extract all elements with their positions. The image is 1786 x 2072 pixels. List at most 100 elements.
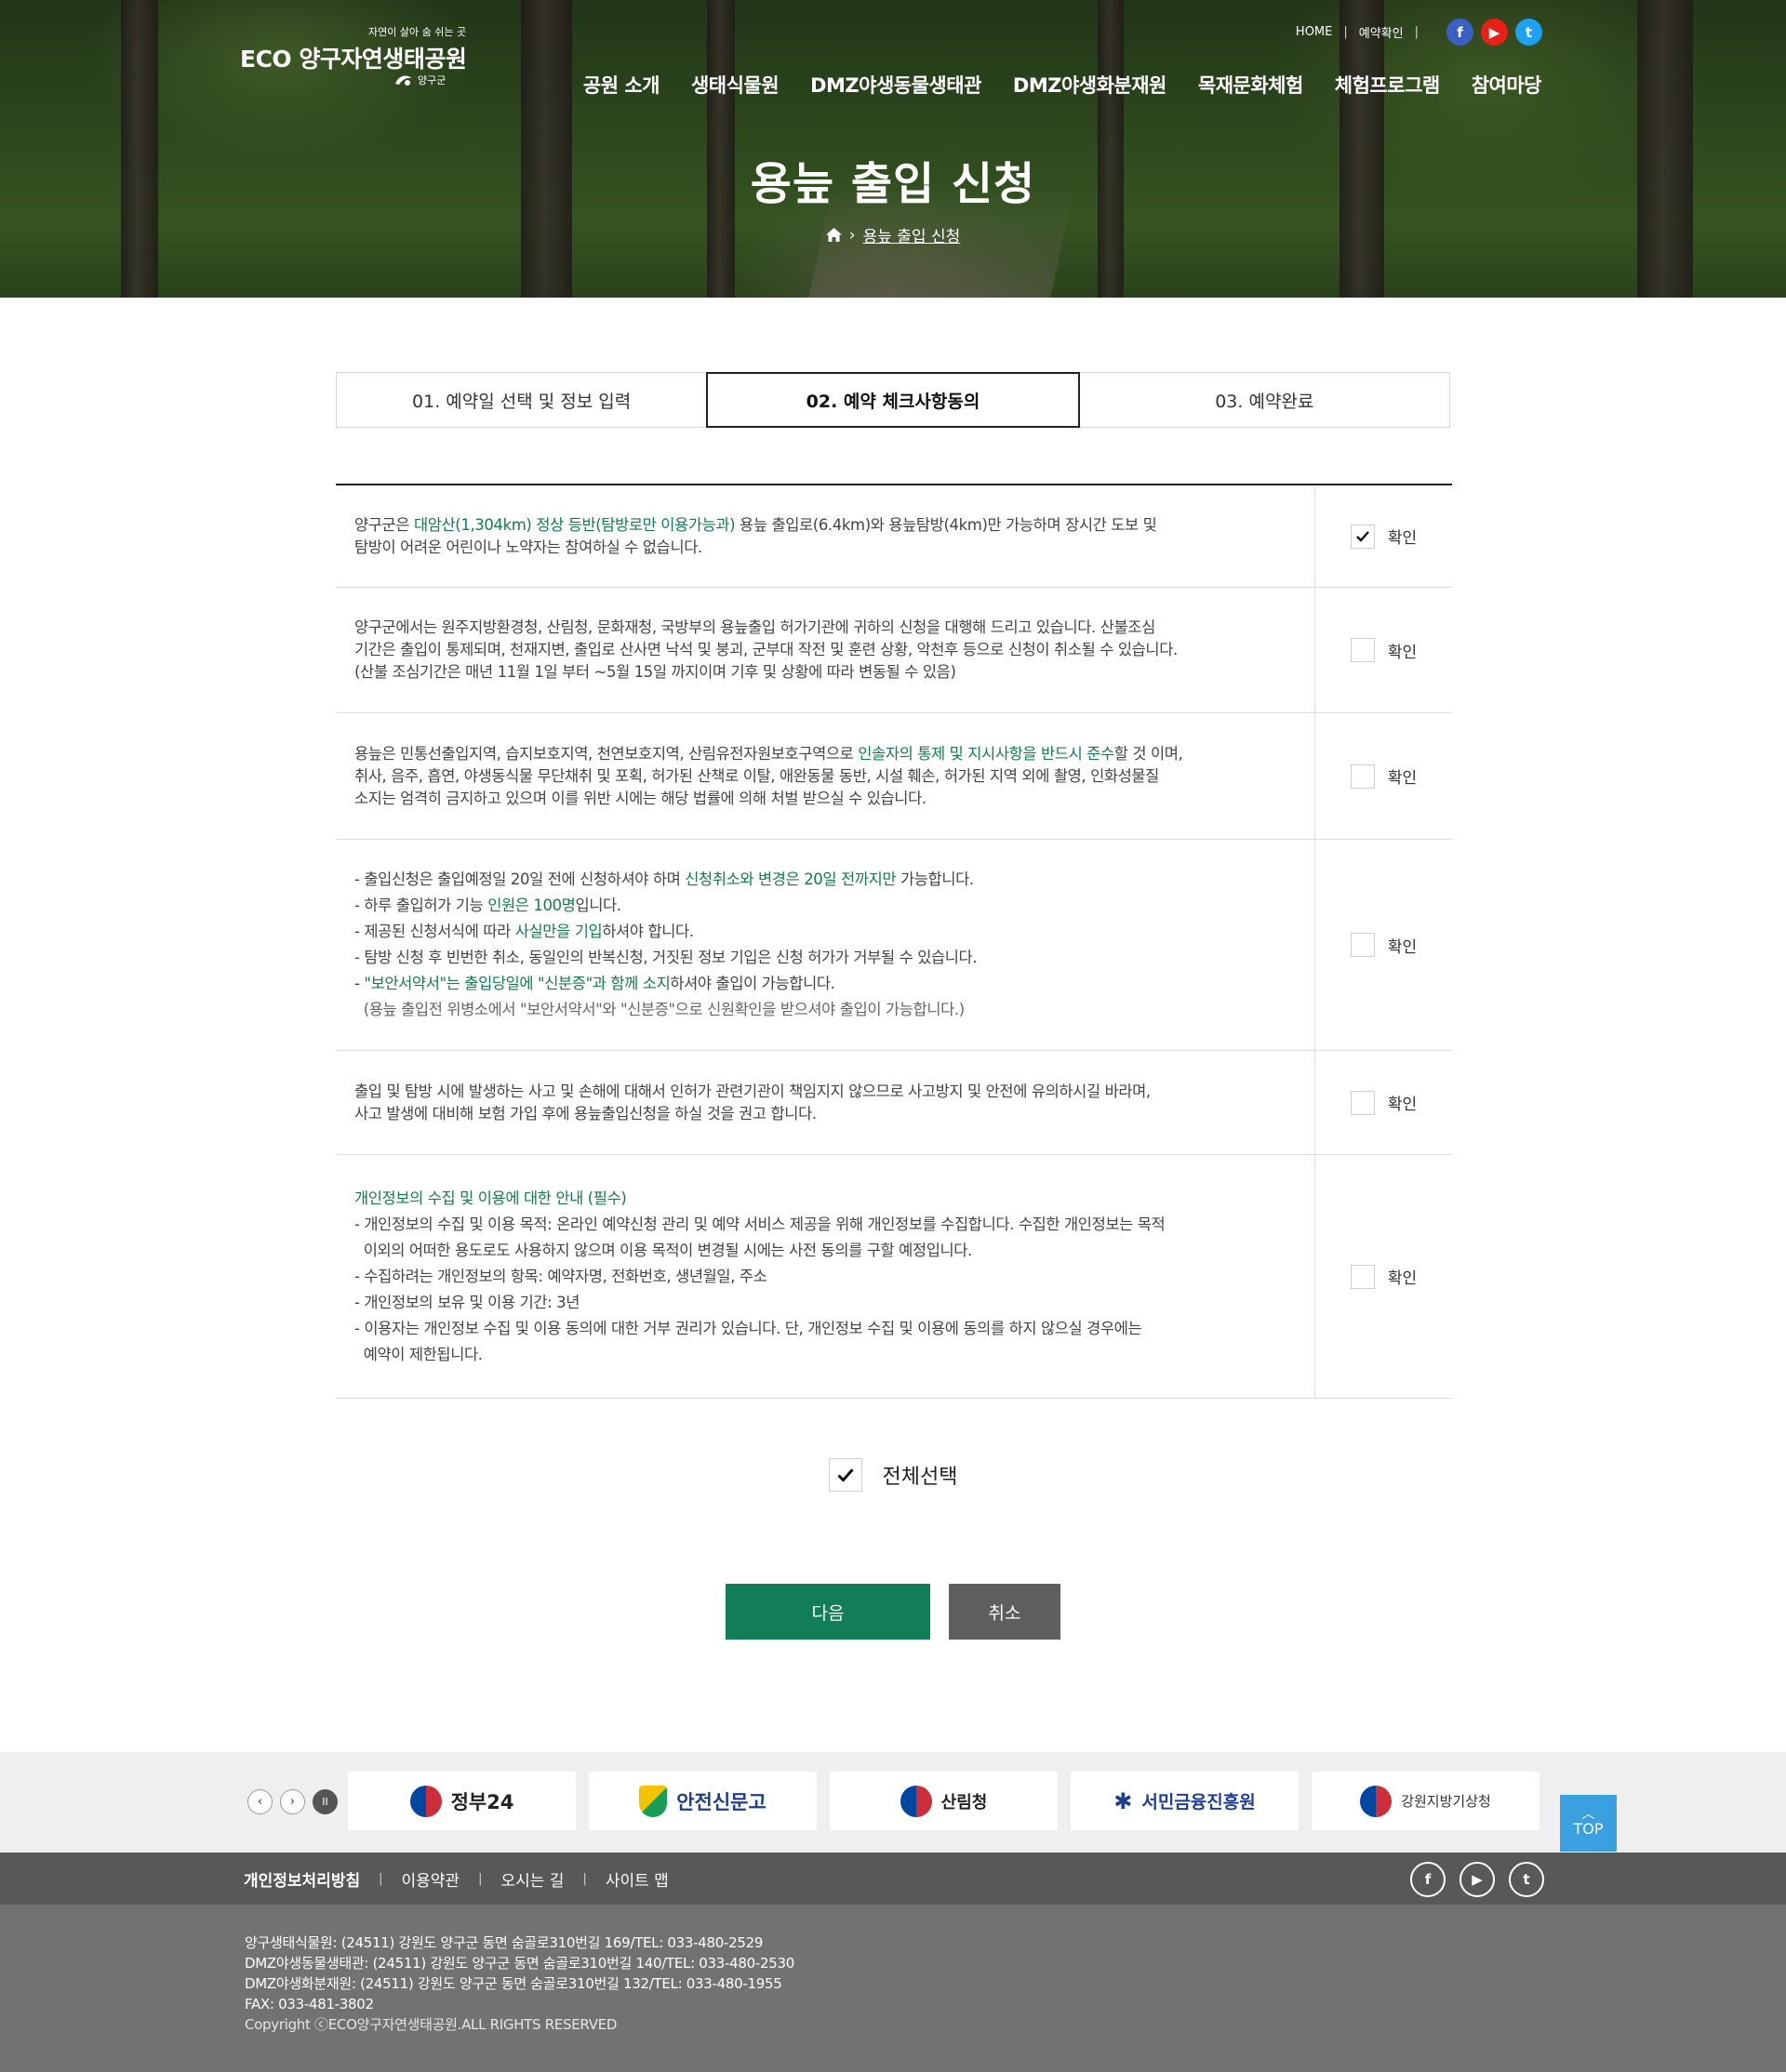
confirm-checkbox[interactable] [1350, 638, 1375, 662]
agreement-line-text: - 제공된 신청서식에 따라 [354, 923, 515, 940]
pause-icon[interactable]: II [313, 1789, 338, 1814]
agreement-line-text: 가능합니다. [896, 870, 974, 888]
highlight-text: "보안서약서"는 출입당일에 "신분증"과 함께 소지 [364, 975, 671, 992]
agreement-confirm[interactable]: 확인 [1315, 840, 1452, 1050]
agreement-line-text: - 개인정보의 수집 및 이용 목적: 온라인 예약신청 관리 및 예약 서비스… [354, 1215, 1166, 1233]
confirm-checkbox[interactable] [1350, 1264, 1375, 1289]
confirm-label: 확인 [1387, 1096, 1418, 1114]
footer-nav: 개인정보처리방침 | 이용약관 | 오시는 길 | 사이트 맵 f ▶ t [0, 1853, 1786, 1905]
facebook-icon[interactable]: f [1410, 1862, 1446, 1897]
nav-dmz-bonsai-garden[interactable]: DMZ야생화분재원 [1013, 71, 1166, 99]
agreement-row: 용늪은 민통선출입지역, 습지보호지역, 천연보호지역, 산림유전자원보호구역으… [336, 713, 1452, 840]
agreement-confirm[interactable]: 확인 [1315, 1051, 1452, 1154]
nav-park-intro[interactable]: 공원 소개 [583, 71, 660, 99]
agreement-row: 출입 및 탐방 시에 발생하는 사고 및 손해에 대해서 인허가 관련기관이 책… [336, 1051, 1452, 1155]
agreement-confirm[interactable]: 확인 [1315, 588, 1452, 712]
main-nav: 공원 소개 생태식물원 DMZ야생동물생태관 DMZ야생화분재원 목재문화체험 … [583, 71, 1542, 99]
agreement-line-text: 사고 발생에 대비해 보험 가입 후에 용늪출입신청을 하실 것을 권고 합니다… [354, 1104, 817, 1122]
next-button[interactable]: 다음 [726, 1584, 930, 1640]
youtube-icon[interactable]: ▶ [1459, 1862, 1495, 1897]
confirm-label: 확인 [1387, 643, 1418, 662]
banner-list: 정부24 안전신문고 산림청 ✱ 서민금융진흥원 강원지방기상청 [348, 1772, 1539, 1830]
agreement-text: 양구군은 대암산(1,304km) 정상 등반(탐방로만 이용가능과) 용늪 출… [336, 485, 1315, 587]
agreement-line: - 이용자는 개인정보 수집 및 이용 동의에 대한 거부 권리가 있습니다. … [354, 1316, 1296, 1342]
footer-info: 양구생태식물원: (24511) 강원도 양구군 동면 숨골로310번길 169… [0, 1905, 1786, 2072]
agreement-line-text: - 하루 출입허가 기능 [354, 897, 488, 914]
footer-address: 양구생태식물원: (24511) 강원도 양구군 동면 숨골로310번길 169… [245, 1933, 794, 2035]
agreement-row: - 출입신청은 출입예정일 20일 전에 신청하셔야 하며 신청취소와 변경은 … [336, 840, 1452, 1051]
agreement-line: - 제공된 신청서식에 따라 사실만을 기입하셔야 합니다. [354, 919, 1296, 945]
agreement-line: - "보안서약서"는 출입당일에 "신분증"과 함께 소지하셔야 출입이 가능합… [354, 971, 1296, 997]
banner-kinfa[interactable]: ✱ 서민금융진흥원 [1071, 1772, 1299, 1830]
reservation-steps: 01. 예약일 선택 및 정보 입력 02. 예약 체크사항동의 03. 예약완… [336, 372, 1450, 428]
shield-icon [639, 1785, 668, 1817]
prev-arrow-icon[interactable]: ‹ [247, 1789, 273, 1814]
nav-wood-culture[interactable]: 목재문화체험 [1198, 71, 1303, 99]
banner-safety-report[interactable]: 안전신문고 [589, 1772, 817, 1830]
util-home-link[interactable]: HOME [1296, 25, 1332, 39]
confirm-checkbox[interactable] [1350, 764, 1375, 789]
agreement-row: 양구군은 대암산(1,304km) 정상 등반(탐방로만 이용가능과) 용늪 출… [336, 485, 1452, 588]
agreement-line: 용늪은 민통선출입지역, 습지보호지역, 천연보호지역, 산림유전자원보호구역으… [354, 743, 1296, 765]
confirm-label: 확인 [1387, 937, 1418, 957]
cancel-button[interactable]: 취소 [949, 1584, 1060, 1640]
confirm-label: 확인 [1387, 529, 1418, 548]
twitter-icon[interactable]: t [1515, 19, 1542, 46]
confirm-checkbox[interactable] [1350, 524, 1375, 549]
confirm-checkbox[interactable] [1350, 933, 1375, 957]
home-icon[interactable] [825, 228, 842, 242]
footer-terms-link[interactable]: 이용약관 [402, 1867, 460, 1891]
address-line: DMZ야생화분재원: (24511) 강원도 양구군 동면 숨골로310번길 1… [245, 1975, 782, 1992]
step-2-active: 02. 예약 체크사항동의 [706, 372, 1080, 428]
nav-dmz-wildlife-hall[interactable]: DMZ야생동물생태관 [810, 71, 981, 99]
breadcrumb: › 용늪 출입 신청 [0, 223, 1786, 246]
confirm-label: 확인 [1387, 769, 1418, 788]
agreement-confirm[interactable]: 확인 [1315, 713, 1452, 839]
agreement-confirm[interactable]: 확인 [1315, 485, 1452, 587]
agreement-line: - 하루 출입허가 기능 인원은 100명입니다. [354, 893, 1296, 919]
nav-botanical-garden[interactable]: 생태식물원 [691, 71, 780, 99]
breadcrumb-current[interactable]: 용늪 출입 신청 [863, 223, 961, 246]
agreement-confirm[interactable]: 확인 [1315, 1155, 1452, 1398]
select-all-checkbox[interactable] [828, 1458, 862, 1492]
banner-gov24[interactable]: 정부24 [348, 1772, 576, 1830]
scroll-top-button[interactable]: ︿ TOP [1560, 1795, 1617, 1852]
agreement-text: 출입 및 탐방 시에 발생하는 사고 및 손해에 대해서 인허가 관련기관이 책… [336, 1051, 1315, 1154]
nav-community[interactable]: 참여마당 [1472, 71, 1542, 99]
banner-gangwon-weather[interactable]: 강원지방기상청 [1312, 1772, 1539, 1830]
footer-sitemap-link[interactable]: 사이트 맵 [606, 1867, 669, 1891]
agreement-line-text: 할 것 이며, [1113, 744, 1183, 763]
agreement-row: 개인정보의 수집 및 이용에 대한 안내 (필수) - 개인정보의 수집 및 이용… [336, 1155, 1452, 1399]
chevron-right-icon: › [848, 225, 856, 245]
banner-forest-service[interactable]: 산림청 [830, 1772, 1058, 1830]
footer-directions-link[interactable]: 오시는 길 [500, 1867, 564, 1891]
agreement-line-text: 취사, 음주, 흡연, 야생동식물 무단채취 및 포획, 허가된 산책로 이탈,… [354, 766, 1159, 785]
next-arrow-icon[interactable]: › [280, 1789, 305, 1814]
agreement-line-text: 양구군에서는 원주지방환경청, 산림청, 문화재청, 국방부의 용늪출입 허가기… [354, 618, 1155, 636]
agreement-line-text: (산불 조심기간은 매년 11월 1일 부터 ~5월 15일 까지이며 기후 및… [354, 663, 956, 681]
copyright: Copyright ⓒECO양구자연생태공원.ALL RIGHTS RESERV… [245, 2016, 618, 2033]
family-sites-bar: ‹ › II 정부24 안전신문고 산림청 ✱ 서민금융진흥원 강원지방기상청 [0, 1752, 1786, 1853]
address-line: DMZ야생동물생태관: (24511) 강원도 양구군 동면 숨골로310번길 … [245, 1955, 794, 1972]
nav-programs[interactable]: 체험프로그램 [1335, 71, 1440, 99]
agreement-line: 출입 및 탐방 시에 발생하는 사고 및 손해에 대해서 인허가 관련기관이 책… [354, 1081, 1296, 1103]
youtube-icon[interactable]: ▶ [1481, 19, 1508, 46]
agreement-table: 양구군은 대암산(1,304km) 정상 등반(탐방로만 이용가능과) 용늪 출… [336, 484, 1452, 1399]
confirm-checkbox[interactable] [1350, 1090, 1375, 1115]
agreement-line: - 탐방 신청 후 빈번한 취소, 동일인의 반복신청, 거짓된 정보 기입은 … [354, 945, 1296, 971]
select-all[interactable]: 전체선택 [0, 1458, 1786, 1492]
taegeuk-emblem-icon [900, 1785, 932, 1817]
facebook-icon[interactable]: f [1446, 19, 1473, 46]
util-reservation-check-link[interactable]: 예약확인 [1359, 23, 1404, 41]
twitter-icon[interactable]: t [1509, 1862, 1544, 1897]
yanggu-emblem-icon [395, 75, 412, 86]
agreement-text: - 출입신청은 출입예정일 20일 전에 신청하셔야 하며 신청취소와 변경은 … [336, 840, 1315, 1050]
footer-privacy-link[interactable]: 개인정보처리방침 [244, 1867, 360, 1891]
agreement-line-text: 하셔야 합니다. [602, 923, 694, 940]
agreement-line: - 출입신청은 출입예정일 20일 전에 신청하셔야 하며 신청취소와 변경은 … [354, 867, 1296, 893]
agreement-line-text: 용늪 출입로(6.4km)와 용늪탐방(4km)만 가능하며 장시간 도보 및 [735, 515, 1157, 534]
agreement-line: 탐방이 어려운 어린이나 노약자는 참여하실 수 없습니다. [354, 537, 1296, 559]
agreement-line-text: 기간은 출입이 통제되며, 천재지변, 출입로 산사면 낙석 및 붕괴, 군부대… [354, 641, 1178, 658]
highlight-text: 인원은 100명 [487, 897, 576, 914]
select-all-label: 전체선택 [882, 1466, 958, 1489]
